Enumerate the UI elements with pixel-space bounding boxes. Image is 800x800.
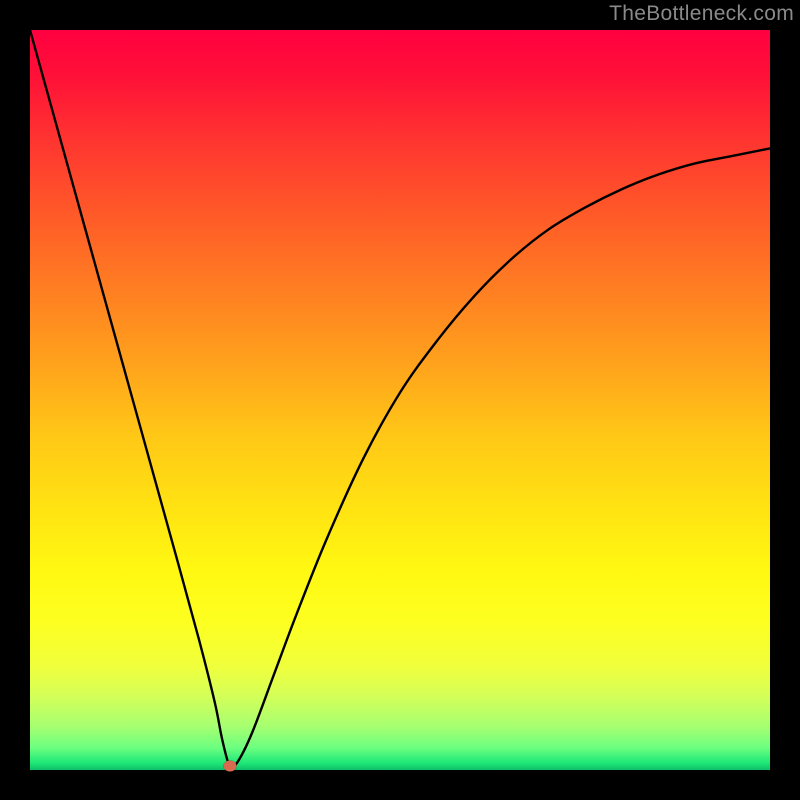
plot-area (30, 30, 770, 770)
chart-container: TheBottleneck.com (0, 0, 800, 800)
watermark-text: TheBottleneck.com (609, 2, 794, 26)
minimum-marker (223, 761, 236, 772)
bottleneck-curve (30, 30, 770, 770)
